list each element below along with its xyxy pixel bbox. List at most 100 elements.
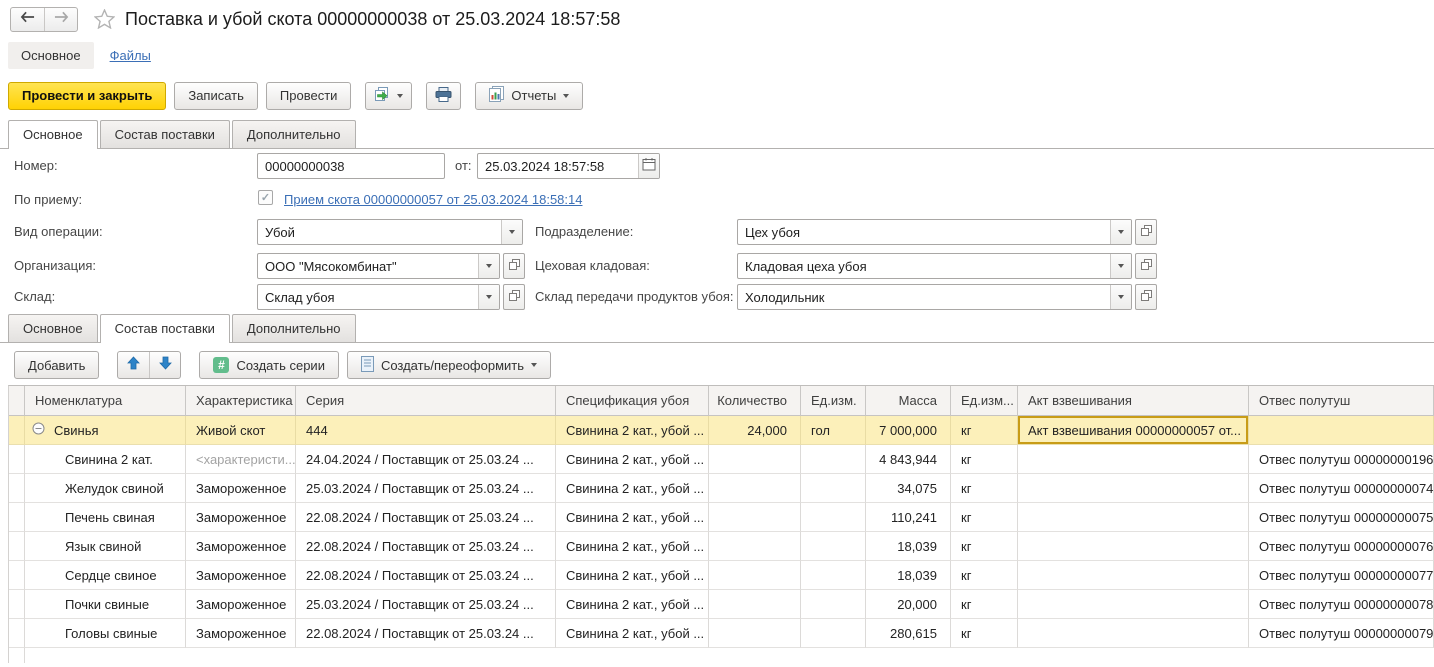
cell-act[interactable] — [1018, 503, 1249, 532]
cell-weighing[interactable]: Отвес полутуш 00000000078 — [1249, 590, 1434, 619]
cell-qty_unit[interactable] — [801, 474, 866, 503]
cell-qty[interactable] — [709, 590, 801, 619]
cell-characteristic[interactable]: Замороженное — [186, 561, 296, 590]
cell-mass_unit[interactable]: кг — [951, 503, 1018, 532]
save-button[interactable]: Записать — [174, 82, 258, 110]
division-dropdown-button[interactable] — [1110, 220, 1131, 244]
create-series-button[interactable]: # Создать серии — [199, 351, 339, 379]
column-header[interactable]: Характеристика — [186, 386, 296, 416]
add-row-button[interactable]: Добавить — [14, 351, 99, 379]
cell-mass_unit[interactable]: кг — [951, 619, 1018, 648]
date-input[interactable]: 25.03.2024 18:57:58 — [478, 154, 638, 178]
cell-qty[interactable] — [709, 445, 801, 474]
cell-characteristic[interactable]: Замороженное — [186, 503, 296, 532]
favorite-star-icon[interactable] — [94, 9, 115, 29]
cell-qty_unit[interactable] — [801, 445, 866, 474]
cell-characteristic[interactable]: Замороженное — [186, 619, 296, 648]
row-marker[interactable] — [9, 416, 25, 445]
column-header[interactable]: Ед.изм. — [801, 386, 866, 416]
row-marker[interactable] — [9, 445, 25, 474]
cell-act[interactable] — [1018, 474, 1249, 503]
warehouse-open-button[interactable] — [503, 284, 525, 310]
number-input[interactable]: 00000000038 — [257, 153, 445, 179]
cell-weighing[interactable]: Отвес полутуш 00000000077 — [1249, 561, 1434, 590]
cell-qty[interactable] — [709, 503, 801, 532]
cell-weighing[interactable]: Отвес полутуш 00000000079 — [1249, 619, 1434, 648]
tab-main-bottom[interactable]: Основное — [8, 314, 98, 342]
cell-mass_unit[interactable]: кг — [951, 590, 1018, 619]
forward-button[interactable] — [44, 8, 77, 31]
cell-spec[interactable]: Свинина 2 кат., убой ... — [556, 590, 709, 619]
print-button[interactable] — [426, 82, 461, 110]
cell-weighing[interactable]: Отвес полутуш 00000000076 — [1249, 532, 1434, 561]
organization-dropdown-button[interactable] — [478, 254, 499, 278]
cell-act[interactable] — [1018, 590, 1249, 619]
cell-characteristic[interactable]: Замороженное — [186, 474, 296, 503]
move-up-button[interactable] — [118, 352, 149, 378]
column-header[interactable]: Количество — [709, 386, 801, 416]
column-header[interactable]: Масса — [866, 386, 951, 416]
cell-nomenclature[interactable]: Сердце свиное — [25, 561, 186, 590]
cell-nomenclature[interactable]: Свинина 2 кат. — [25, 445, 186, 474]
cell-weighing[interactable] — [1249, 416, 1434, 445]
cell-characteristic[interactable]: Живой скот — [186, 416, 296, 445]
calendar-button[interactable] — [638, 154, 659, 178]
cell-mass[interactable]: 18,039 — [866, 532, 951, 561]
cell-qty[interactable] — [709, 532, 801, 561]
row-marker[interactable] — [9, 532, 25, 561]
cell-characteristic[interactable]: <характеристи... — [186, 445, 296, 474]
cell-spec[interactable]: Свинина 2 кат., убой ... — [556, 532, 709, 561]
cell-mass[interactable]: 34,075 — [866, 474, 951, 503]
row-marker-header[interactable] — [9, 386, 25, 416]
move-down-button[interactable] — [149, 352, 180, 378]
warehouse-dropdown-button[interactable] — [478, 285, 499, 309]
back-button[interactable] — [11, 8, 44, 31]
cell-mass_unit[interactable]: кг — [951, 445, 1018, 474]
transfer-warehouse-open-button[interactable] — [1135, 284, 1157, 310]
cell-mass_unit[interactable]: кг — [951, 474, 1018, 503]
create-based-on-button[interactable] — [365, 82, 412, 110]
cell-act[interactable] — [1018, 445, 1249, 474]
cell-qty[interactable]: 24,000 — [709, 416, 801, 445]
operation-dropdown-button[interactable] — [501, 220, 522, 244]
column-header[interactable]: Номенклатура — [25, 386, 186, 416]
cell-act[interactable] — [1018, 561, 1249, 590]
column-header[interactable]: Акт взвешивания — [1018, 386, 1249, 416]
cell-series[interactable]: 22.08.2024 / Поставщик от 25.03.24 ... — [296, 561, 556, 590]
cell-series[interactable]: 22.08.2024 / Поставщик от 25.03.24 ... — [296, 532, 556, 561]
cell-spec[interactable]: Свинина 2 кат., убой ... — [556, 503, 709, 532]
cell-mass[interactable]: 20,000 — [866, 590, 951, 619]
cell-spec[interactable]: Свинина 2 кат., убой ... — [556, 445, 709, 474]
cell-mass_unit[interactable]: кг — [951, 416, 1018, 445]
warehouse-input[interactable]: Склад убоя — [258, 285, 478, 309]
cell-series[interactable]: 444 — [296, 416, 556, 445]
cell-mass[interactable]: 7 000,000 — [866, 416, 951, 445]
column-header[interactable]: Отвес полутуш — [1249, 386, 1434, 416]
tab-content-top[interactable]: Состав поставки — [100, 120, 230, 148]
transfer-warehouse-dropdown-button[interactable] — [1110, 285, 1131, 309]
row-marker[interactable] — [9, 619, 25, 648]
operation-type-input[interactable]: Убой — [258, 220, 501, 244]
cell-qty_unit[interactable] — [801, 619, 866, 648]
division-open-button[interactable] — [1135, 219, 1157, 245]
post-and-close-button[interactable]: Провести и закрыть — [8, 82, 166, 110]
cell-spec[interactable]: Свинина 2 кат., убой ... — [556, 619, 709, 648]
cell-mass[interactable]: 18,039 — [866, 561, 951, 590]
cell-characteristic[interactable]: Замороженное — [186, 532, 296, 561]
cell-nomenclature[interactable]: Почки свиные — [25, 590, 186, 619]
cell-mass_unit[interactable]: кг — [951, 532, 1018, 561]
cell-qty[interactable] — [709, 561, 801, 590]
cell-series[interactable]: 22.08.2024 / Поставщик от 25.03.24 ... — [296, 503, 556, 532]
tab-content-bottom[interactable]: Состав поставки — [100, 314, 230, 342]
row-marker[interactable] — [9, 474, 25, 503]
cell-qty_unit[interactable]: гол — [801, 416, 866, 445]
cell-spec[interactable]: Свинина 2 кат., убой ... — [556, 474, 709, 503]
receipt-document-link[interactable]: Прием скота 00000000057 от 25.03.2024 18… — [284, 192, 582, 207]
cell-weighing[interactable]: Отвес полутуш 00000000196 — [1249, 445, 1434, 474]
cell-qty_unit[interactable] — [801, 590, 866, 619]
storeroom-dropdown-button[interactable] — [1110, 254, 1131, 278]
cell-act[interactable]: Акт взвешивания 00000000057 от... — [1018, 416, 1249, 445]
tab-extra-bottom[interactable]: Дополнительно — [232, 314, 356, 342]
cell-series[interactable]: 25.03.2024 / Поставщик от 25.03.24 ... — [296, 590, 556, 619]
tab-extra-top[interactable]: Дополнительно — [232, 120, 356, 148]
